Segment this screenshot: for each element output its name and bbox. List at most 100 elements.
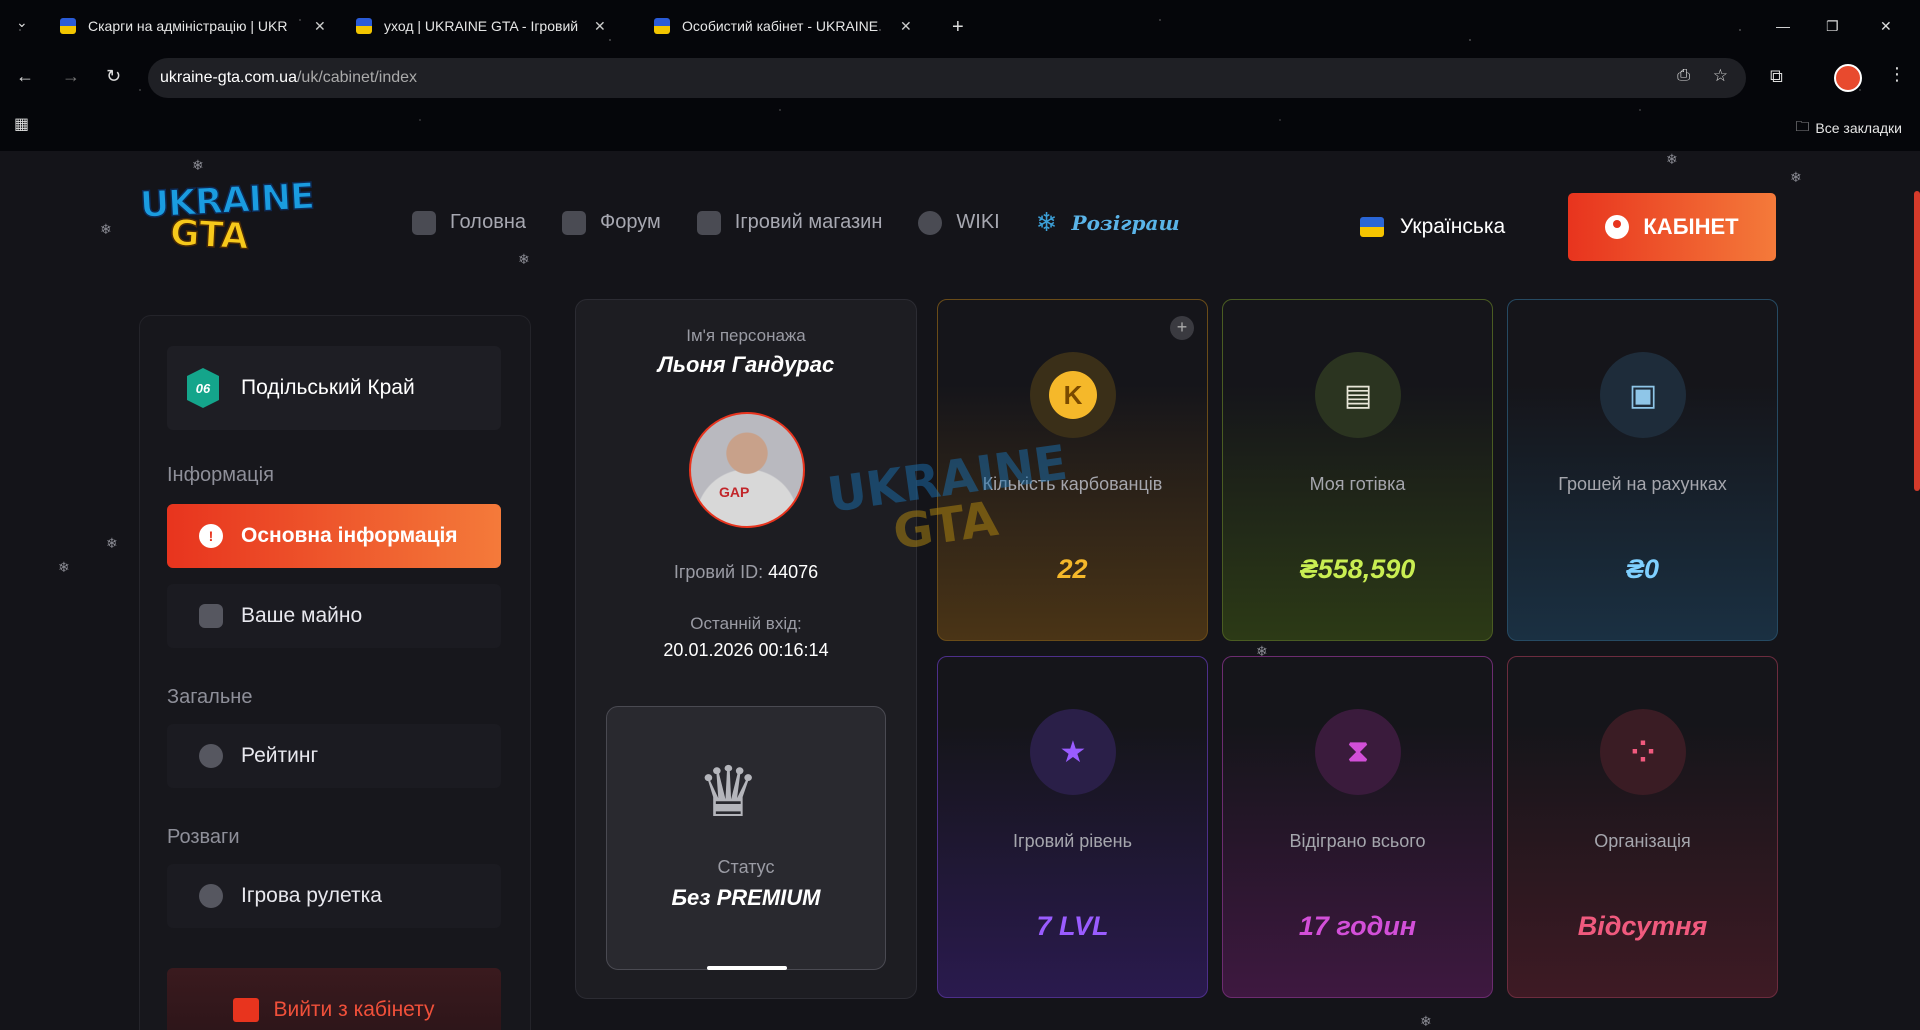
- stat-label: Грошей на рахунках: [1558, 474, 1727, 494]
- ukraine-flag-icon: [1360, 217, 1384, 237]
- sidebar-item-property[interactable]: Ваше майно: [167, 584, 501, 648]
- extensions-icon[interactable]: ⧉: [1770, 66, 1783, 87]
- all-bookmarks[interactable]: 🗀 Все закладки: [1795, 116, 1902, 140]
- stat-card-organization: ⁘ Організація Відсутня: [1507, 656, 1778, 998]
- menu-kebab-icon[interactable]: ⋮: [1888, 64, 1906, 85]
- close-tab-icon[interactable]: ✕: [314, 18, 326, 35]
- stat-label: Організація: [1594, 831, 1691, 851]
- cabinet-button[interactable]: КАБІНЕТ: [1568, 193, 1776, 261]
- close-tab-icon[interactable]: ✕: [900, 18, 912, 35]
- site-page: ❄ ❄ ❄ ❄ ❄ ❄ ❄ ❄ ❄ ❄ ❄ ❄ ❄ UKRAINE GTA Го…: [0, 151, 1920, 1030]
- crown-icon: ♛: [697, 753, 760, 831]
- menu-item-label: Ігровий магазин: [734, 211, 883, 233]
- browser-chrome: ⌄ Скарги на адміністрацію | UKR ✕ уход |…: [0, 0, 1920, 151]
- stat-value: Відсутня: [1577, 911, 1708, 941]
- stat-value: 17 годин: [1298, 911, 1417, 941]
- address-bar[interactable]: ≡ ukraine-gta.com.ua/uk/cabinet/index ⎙ …: [148, 58, 1746, 98]
- premium-status-box[interactable]: ♛ Статус Без PREMIUM: [606, 706, 886, 970]
- snowflake-icon: ❄: [58, 559, 70, 575]
- apps-grid-icon[interactable]: ▦: [14, 114, 29, 134]
- menu-item-label: WIKI: [956, 211, 1000, 233]
- character-avatar: GAP: [689, 412, 805, 528]
- snowflake-icon: ❄: [106, 535, 118, 551]
- menu-item-label: Розіграш: [1071, 210, 1180, 235]
- snowflake-icon: ❄: [192, 157, 204, 173]
- menu-item-home[interactable]: Головна: [412, 210, 526, 235]
- menu-item-forum[interactable]: Форум: [562, 210, 661, 235]
- stat-value: ₴0: [1625, 554, 1660, 584]
- group-icon: ⁘: [1600, 709, 1686, 795]
- ukraine-gta-favicon: [60, 18, 76, 34]
- snowflake-icon: ❄: [100, 221, 112, 237]
- globe-icon: [918, 210, 943, 235]
- forward-icon[interactable]: →: [62, 66, 80, 87]
- snowflake-icon: ❄: [1790, 169, 1802, 185]
- sidebar-item-rating[interactable]: Рейтинг: [167, 724, 501, 788]
- sidebar-item-roulette[interactable]: Ігрова рулетка: [167, 864, 501, 928]
- minimize-icon[interactable]: —: [1776, 18, 1790, 34]
- snowflake-icon: ❄: [1035, 207, 1058, 237]
- ukraine-gta-favicon: [356, 18, 372, 34]
- stat-card-accounts: ▣ Грошей на рахунках ₴0: [1507, 299, 1778, 641]
- profile-avatar[interactable]: [1834, 64, 1862, 92]
- snowflake-icon: ❄: [518, 251, 530, 267]
- cabinet-button-label: КАБІНЕТ: [1643, 214, 1739, 239]
- menu-item-shop[interactable]: Ігровий магазин: [696, 210, 883, 235]
- stat-value: 22: [1057, 554, 1088, 584]
- sidebar-item-label: Ігрова рулетка: [241, 884, 382, 907]
- add-karbovantsi-button[interactable]: +: [1170, 316, 1194, 340]
- game-id-label: Ігровий ID:: [673, 562, 764, 582]
- scrollbar-thumb[interactable]: [1914, 191, 1920, 491]
- alert-icon: !: [199, 524, 223, 548]
- tab-cabinet[interactable]: Особистий кабінет - UKRAINE ✕: [654, 12, 912, 40]
- close-window-icon[interactable]: ✕: [1880, 18, 1892, 35]
- hash-icon: [562, 210, 586, 235]
- menu-item-giveaway[interactable]: ❄ Розіграш: [1036, 207, 1180, 238]
- sidebar-item-main-info[interactable]: ! Основна інформація: [167, 504, 501, 568]
- tab-complaints[interactable]: Скарги на адміністрацію | UKR ✕: [60, 12, 326, 40]
- server-card[interactable]: 06 Подільський Край: [167, 346, 501, 430]
- logout-icon: [233, 998, 260, 1022]
- language-selector[interactable]: Українська: [1360, 215, 1505, 239]
- install-app-icon[interactable]: ⎙: [1677, 67, 1690, 85]
- logout-button[interactable]: Вийти з кабінету: [167, 968, 501, 1030]
- all-bookmarks-label: Все закладки: [1815, 120, 1902, 136]
- tab-strip: ⌄ Скарги на адміністрацію | UKR ✕ уход |…: [0, 8, 1920, 42]
- stat-card-level: ★ Ігровий рівень 7 LVL: [937, 656, 1208, 998]
- main-menu: Головна Форум Ігровий магазин WIKI ❄ Розі…: [412, 207, 1180, 238]
- cash-icon: ▤: [1315, 352, 1401, 438]
- car-icon: [199, 604, 223, 628]
- section-title-general: Загальне: [167, 686, 253, 708]
- tab-title: уход | UKRAINE GTA - Ігровий: [384, 18, 579, 34]
- bookmark-star-icon[interactable]: ☆: [1713, 66, 1728, 86]
- character-profile-card: Ім'я персонажа Льоня Гандурас GAP Ігрови…: [575, 299, 917, 999]
- status-label: Статус: [717, 857, 775, 877]
- user-icon: [1605, 215, 1630, 239]
- game-id-value: 44076: [768, 562, 819, 582]
- logo-text-gta: GTA: [168, 212, 250, 259]
- stat-label: Моя готівка: [1309, 474, 1406, 494]
- stat-card-playtime: ⧗ Відіграно всього 17 годин: [1222, 656, 1493, 998]
- shopping-bag-icon: [696, 210, 721, 235]
- back-icon[interactable]: ←: [16, 66, 34, 87]
- site-logo[interactable]: UKRAINE GTA: [138, 175, 315, 271]
- menu-item-label: Головна: [450, 211, 526, 233]
- safe-icon: ▣: [1600, 352, 1686, 438]
- reload-icon[interactable]: ↻: [106, 66, 121, 87]
- tab-search-icon[interactable]: ⌄: [16, 14, 28, 31]
- server-name: Подільський Край: [241, 376, 415, 399]
- restore-icon[interactable]: ❐: [1826, 18, 1839, 35]
- tab-title: Особистий кабінет - UKRAINE: [682, 18, 879, 34]
- tab-forum[interactable]: уход | UKRAINE GTA - Ігровий ✕: [356, 12, 606, 40]
- section-title-info: Інформація: [167, 464, 274, 486]
- new-tab-icon[interactable]: +: [952, 16, 964, 39]
- trophy-icon: [199, 744, 223, 768]
- coin-icon: K: [1030, 352, 1116, 438]
- ukraine-gta-favicon: [654, 18, 670, 34]
- stat-label: Ігровий рівень: [1013, 831, 1132, 851]
- logout-label: Вийти з кабінету: [273, 998, 435, 1021]
- hourglass-icon: ⧗: [1315, 709, 1401, 795]
- menu-item-wiki[interactable]: WIKI: [918, 210, 1000, 235]
- close-tab-icon[interactable]: ✕: [594, 18, 606, 35]
- language-label: Українська: [1400, 215, 1506, 238]
